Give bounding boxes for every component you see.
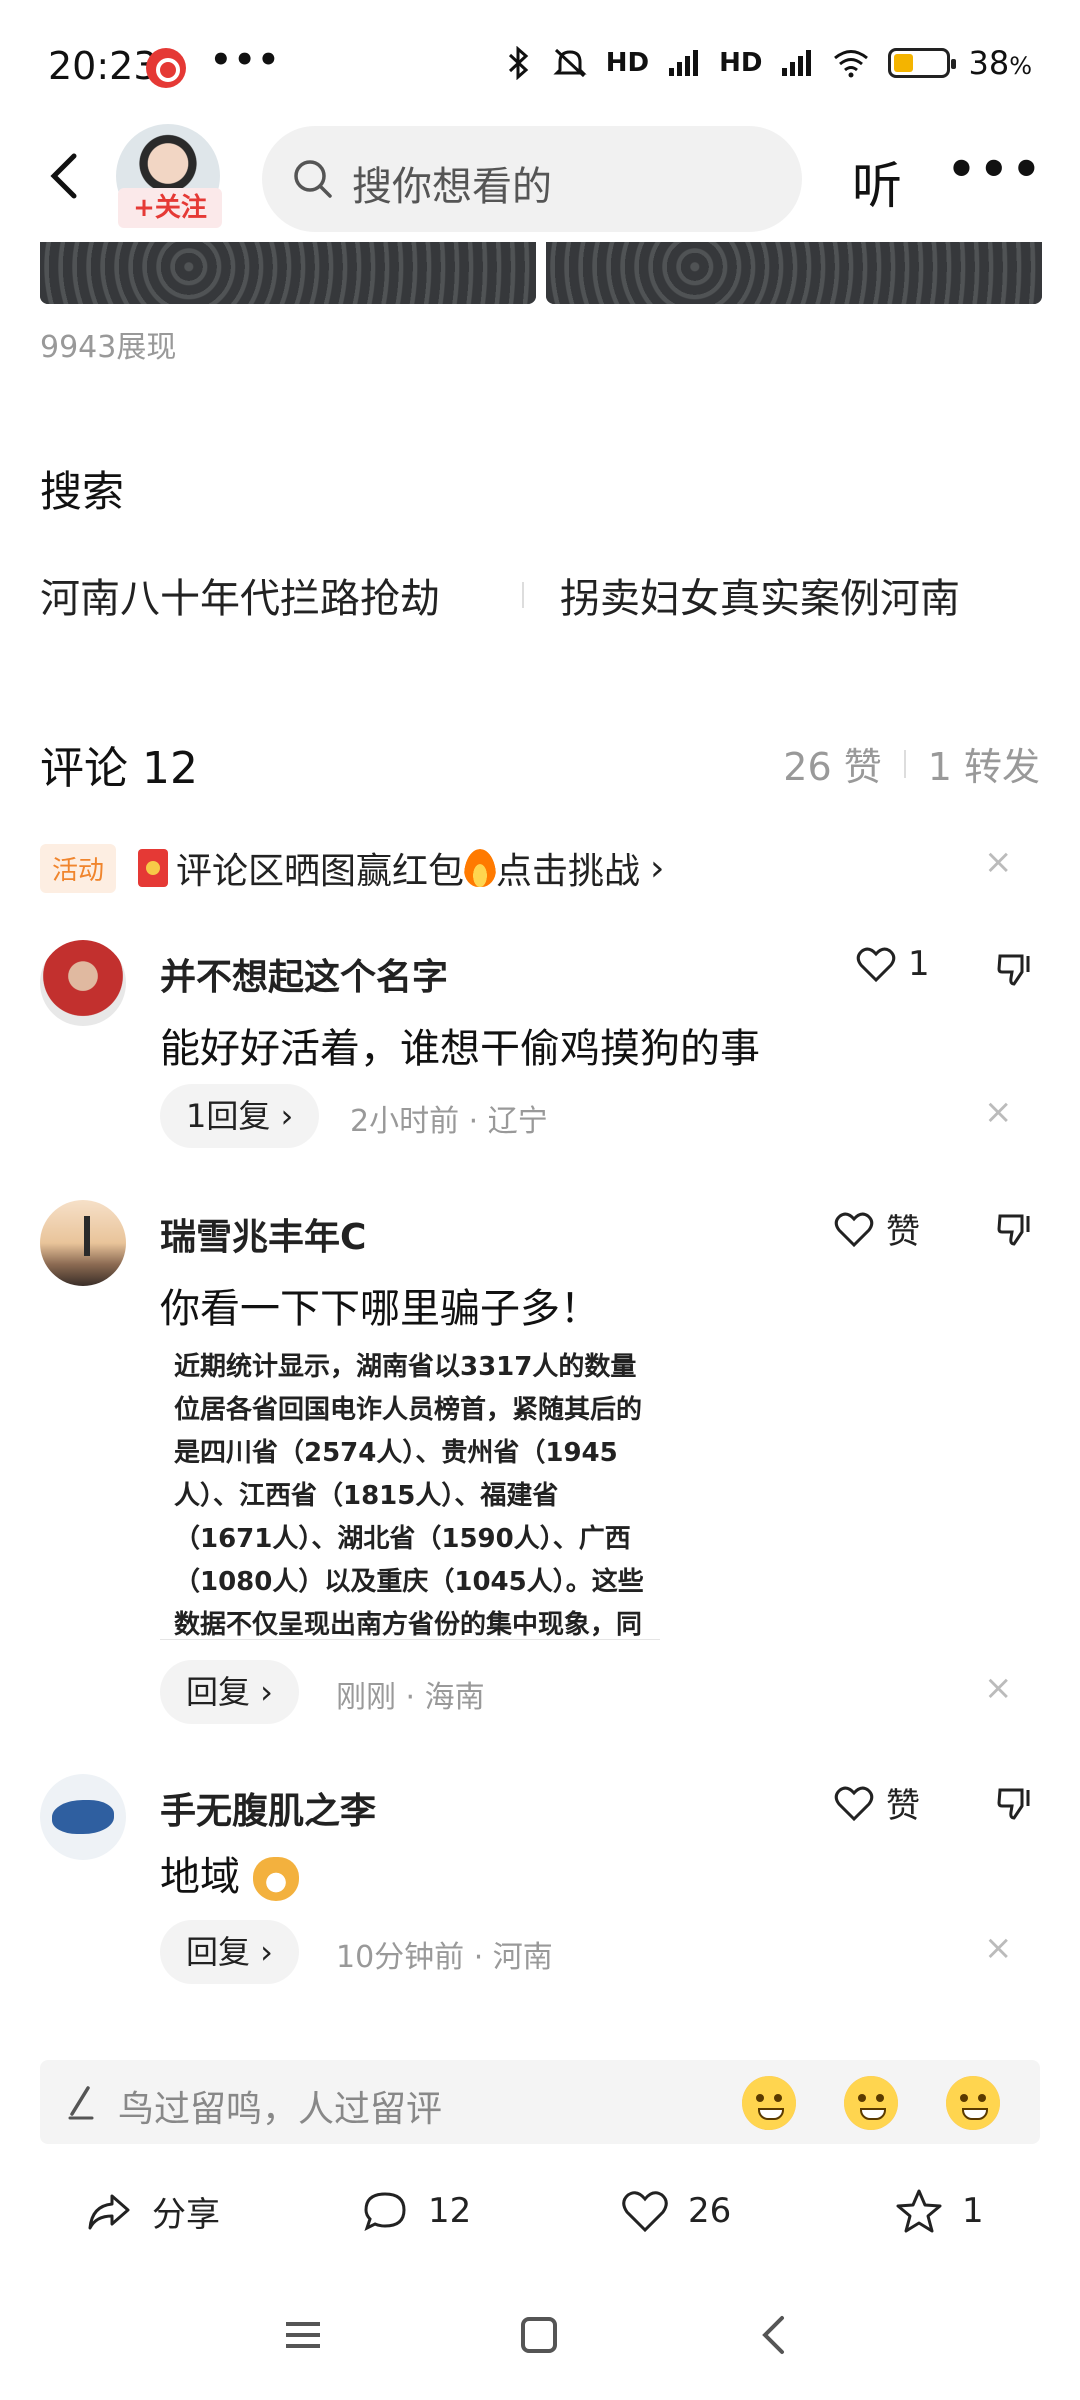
commenter-avatar[interactable]: [40, 940, 126, 1026]
comment-text: 能好好活着，谁想干偷鸡摸狗的事: [160, 1026, 760, 1072]
netease-music-icon: [146, 48, 186, 88]
chevron-right-icon: ›: [650, 847, 665, 889]
comment-meta: 2小时前 · 辽宁: [350, 1104, 548, 1139]
commenter-name[interactable]: 瑞雪兆丰年C: [160, 1208, 366, 1260]
commenter-avatar[interactable]: [40, 1200, 126, 1286]
status-more-dots: •••: [210, 40, 282, 80]
shares-stat: 1 转发: [927, 745, 1040, 789]
comments-title: 评论 12: [40, 743, 198, 794]
post-image-right[interactable]: [546, 242, 1042, 304]
home-nav-icon[interactable]: [514, 2310, 564, 2360]
doge-emoji-icon: [252, 1857, 299, 1901]
related-search-link[interactable]: 河南八十年代拦路抢劫: [40, 566, 440, 624]
activity-text: 评论区晒图赢红包: [176, 851, 465, 892]
reply-button[interactable]: 回复 ›: [160, 1920, 299, 1984]
comment-input-placeholder: 鸟过留鸣，人过留评: [118, 2089, 443, 2130]
post-image-left[interactable]: [40, 242, 536, 304]
comment-image[interactable]: 近期统计显示，湖南省以3317人的数量位居各省回国电诈人员榜首，紧随其后的是四川…: [160, 1340, 660, 1640]
close-comment-icon[interactable]: ×: [984, 1668, 1013, 1708]
share-icon: [88, 2194, 130, 2230]
battery-level: [894, 54, 914, 72]
comment-image-text: 近期统计显示，湖南省以3317人的数量位居各省回国电诈人员榜首，紧随其后的是四川…: [174, 1352, 644, 1640]
heart-icon: [856, 947, 896, 983]
signal-icon-2: [782, 50, 812, 76]
menu-nav-icon[interactable]: [278, 2310, 328, 2360]
fire-icon: [464, 849, 497, 887]
star-icon: [896, 2189, 942, 2233]
smirk-emoji-icon[interactable]: [946, 2076, 1000, 2130]
grin-emoji-icon[interactable]: [844, 2076, 898, 2130]
commenter-name[interactable]: 并不想起这个名字: [160, 948, 448, 1000]
comment-text: 你看一下下哪里骗子多！: [160, 1286, 600, 1332]
kiss-emoji-icon[interactable]: [742, 2076, 796, 2130]
like-button[interactable]: 赞: [834, 1778, 920, 1827]
comment-count: 12: [428, 2191, 472, 2231]
pen-icon: [68, 2086, 94, 2120]
divider: [903, 749, 906, 778]
related-search-links: 河南八十年代拦路抢劫 拐卖妇女真实案例河南: [40, 566, 1040, 624]
close-comment-icon[interactable]: ×: [984, 1928, 1013, 1968]
red-packet-icon: [138, 849, 169, 887]
search-input[interactable]: 搜你想看的: [262, 126, 802, 232]
search-icon: [294, 160, 332, 198]
heart-icon: [622, 2191, 668, 2233]
commenter-name[interactable]: 手无腹肌之李: [160, 1782, 376, 1834]
status-bar: 20:23 ••• HD HD 38%: [0, 0, 1080, 120]
share-label: 分享: [152, 2194, 220, 2235]
like-count: 1: [908, 944, 930, 984]
comment-button[interactable]: 12: [360, 2186, 471, 2236]
like-label: 赞: [886, 1212, 920, 1252]
battery-percent: 38%: [968, 44, 1032, 82]
wifi-icon: [834, 50, 869, 78]
like-count: 26: [688, 2191, 732, 2231]
comment-text-row: 地域: [160, 1844, 299, 1902]
activity-banner[interactable]: 活动 评论区晒图赢红包 点击挑战 ›: [40, 840, 1040, 896]
follow-button[interactable]: +关注: [118, 188, 222, 228]
view-count: 9943展现: [40, 330, 177, 365]
signal-hd-1: HD: [605, 48, 650, 78]
search-placeholder: 搜你想看的: [352, 164, 552, 210]
close-comment-icon[interactable]: ×: [984, 1092, 1013, 1132]
reply-button[interactable]: 1回复 ›: [160, 1084, 320, 1148]
signal-icon-1: [669, 50, 699, 76]
dislike-icon[interactable]: [996, 1208, 1036, 1248]
favorite-button[interactable]: 1: [894, 2186, 984, 2236]
post-stats: 26 赞 1 转发: [783, 736, 1040, 791]
comment-meta: 刚刚 · 海南: [336, 1680, 485, 1715]
listen-button[interactable]: 听: [852, 146, 902, 218]
divider: [522, 582, 524, 608]
like-button[interactable]: 1: [856, 944, 930, 984]
favorite-count: 1: [962, 2191, 984, 2231]
search-section-title: 搜索: [40, 467, 125, 516]
close-activity-icon[interactable]: ×: [984, 842, 1013, 882]
activity-tag: 活动: [40, 843, 117, 893]
like-label: 赞: [886, 1786, 920, 1826]
likes-stat: 26 赞: [783, 745, 882, 789]
comment-bubble-icon: [364, 2192, 406, 2231]
commenter-avatar[interactable]: [40, 1774, 126, 1860]
back-arrow-icon[interactable]: [36, 146, 96, 206]
battery-icon: [888, 48, 957, 78]
signal-hd-2: HD: [719, 48, 763, 78]
like-button[interactable]: 赞: [834, 1204, 920, 1253]
reply-button[interactable]: 回复 ›: [160, 1660, 299, 1724]
comment-meta: 10分钟前 · 河南: [336, 1940, 553, 1975]
status-icons: HD HD 38%: [504, 44, 1032, 82]
dislike-icon[interactable]: [996, 1782, 1036, 1822]
related-search-link[interactable]: 拐卖妇女真实案例河南: [560, 566, 960, 624]
top-header: +关注 搜你想看的 听 •••: [0, 120, 1080, 240]
bluetooth-icon: [508, 46, 529, 80]
heart-icon: [834, 1786, 874, 1821]
status-time: 20:23: [48, 44, 158, 88]
like-post-button[interactable]: 26: [620, 2186, 731, 2236]
more-options-button[interactable]: •••: [947, 142, 1044, 196]
dislike-icon[interactable]: [996, 948, 1036, 988]
comment-input-field[interactable]: 鸟过留鸣，人过留评: [40, 2060, 1040, 2144]
mute-icon: [553, 48, 587, 78]
activity-cta: 点击挑战: [496, 851, 641, 892]
comment-text: 地域: [160, 1854, 240, 1900]
heart-icon: [834, 1212, 874, 1247]
back-nav-icon[interactable]: [750, 2310, 800, 2360]
share-button[interactable]: 分享: [84, 2186, 220, 2236]
